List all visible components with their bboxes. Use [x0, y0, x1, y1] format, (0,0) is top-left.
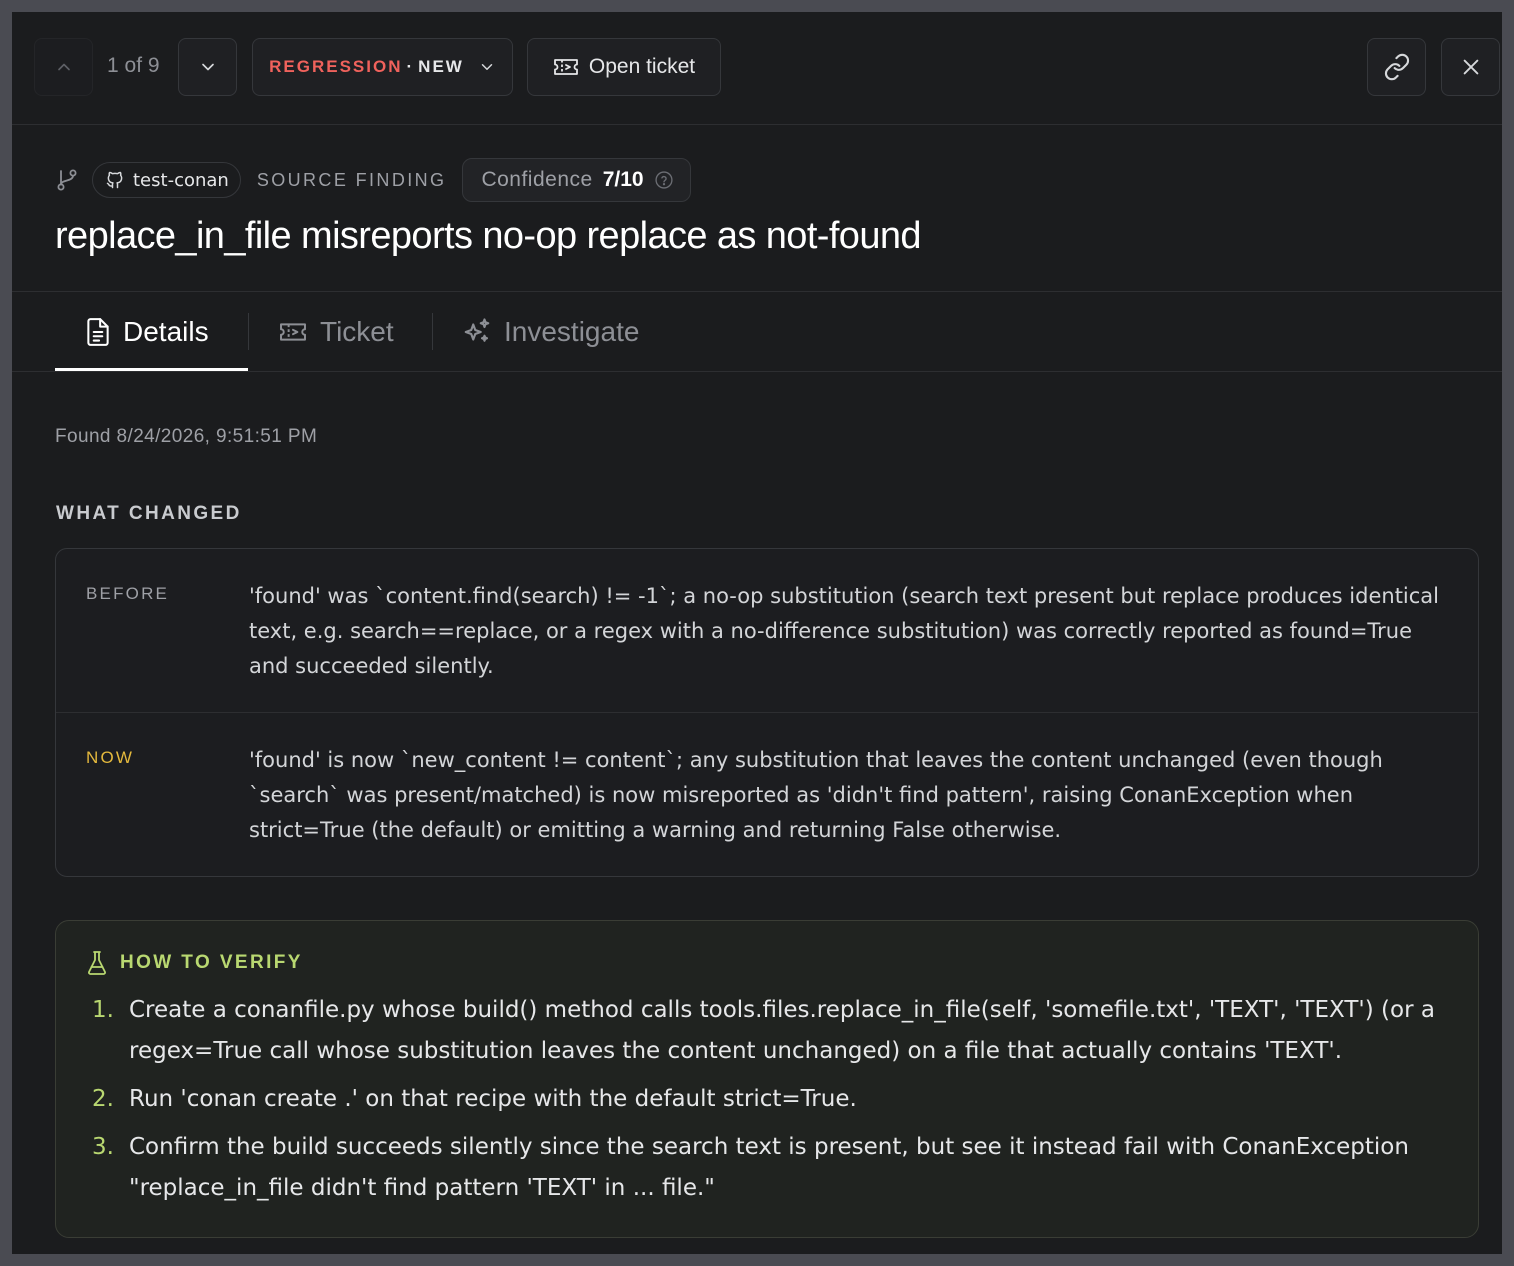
close-icon — [1463, 59, 1478, 75]
tab-details-label: Details — [123, 316, 209, 347]
tab-ticket-label: Ticket — [320, 316, 394, 347]
tab-ticket[interactable]: Ticket — [278, 292, 394, 372]
copy-link-button[interactable] — [1367, 38, 1426, 96]
step-text: Confirm the build succeeds silently sinc… — [129, 1134, 1409, 1201]
link-icon — [1384, 53, 1409, 81]
now-text: 'found' is now `new_content != content`;… — [249, 748, 1383, 842]
toolbar: 1 of 9 REGRESSION · NEW Open ticket — [12, 12, 1502, 125]
tab-bar: Details Ticket Investigate — [12, 292, 1502, 372]
tab-divider — [248, 313, 249, 350]
chevron-up-icon — [57, 63, 70, 71]
confidence-label: Confidence — [481, 168, 593, 191]
step-number: 3. — [92, 1134, 114, 1160]
confidence-value: 7/10 — [602, 168, 644, 191]
previous-finding-button[interactable] — [34, 38, 93, 96]
how-to-verify-label: HOW TO VERIFY — [120, 952, 303, 973]
tab-investigate-label: Investigate — [504, 316, 640, 347]
active-tab-indicator — [55, 368, 248, 371]
what-changed-heading: WHAT CHANGED — [56, 503, 242, 524]
chevron-down-icon — [481, 64, 493, 70]
finding-header: test-conan SOURCE FINDING Confidence 7/1… — [12, 125, 1502, 292]
finding-position: 1 of 9 — [107, 54, 160, 77]
list-item: 3. Confirm the build succeeds silently s… — [86, 1127, 1456, 1209]
how-to-verify-card: HOW TO VERIFY 1. Create a conanfile.py w… — [55, 920, 1479, 1238]
ticket-icon — [280, 323, 306, 341]
tab-investigate[interactable]: Investigate — [462, 292, 639, 372]
tab-divider — [432, 313, 433, 350]
open-ticket-label: Open ticket — [588, 55, 696, 78]
list-item: 2. Run 'conan create .' on that recipe w… — [86, 1079, 1456, 1120]
step-number: 1. — [92, 997, 114, 1023]
sparkles-icon — [464, 318, 490, 342]
github-icon — [106, 171, 123, 189]
chevron-down-icon — [201, 63, 214, 71]
step-text: Create a conanfile.py whose build() meth… — [129, 997, 1435, 1064]
step-text: Run 'conan create .' on that recipe with… — [129, 1086, 857, 1112]
before-label: BEFORE — [86, 584, 170, 603]
verify-steps: 1. Create a conanfile.py whose build() m… — [86, 990, 1456, 1216]
confidence-badge: Confidence 7/10 — [462, 158, 691, 202]
close-button[interactable] — [1441, 38, 1500, 96]
found-timestamp: Found 8/24/2026, 9:51:51 PM — [55, 426, 318, 447]
before-text: 'found' was `content.find(search) != -1`… — [249, 584, 1440, 678]
what-changed-card: BEFORE 'found' was `content.find(search)… — [55, 548, 1479, 877]
now-row: NOW 'found' is now `new_content != conte… — [56, 713, 1478, 877]
status-separator: · — [406, 57, 415, 76]
status-category: REGRESSION — [269, 57, 403, 76]
finding-title: replace_in_file misreports no-op replace… — [55, 215, 922, 257]
ticket-icon — [553, 59, 578, 75]
document-icon — [87, 318, 109, 346]
git-branch-icon — [56, 168, 78, 192]
now-label: NOW — [86, 748, 135, 767]
step-number: 2. — [92, 1086, 114, 1112]
before-row: BEFORE 'found' was `content.find(search)… — [56, 549, 1478, 713]
repo-badge[interactable]: test-conan — [92, 162, 241, 198]
repo-name: test-conan — [133, 169, 229, 191]
status-state: NEW — [418, 57, 464, 76]
how-to-verify-header: HOW TO VERIFY — [86, 950, 303, 976]
finding-panel: 1 of 9 REGRESSION · NEW Open ticket test-c… — [12, 12, 1502, 1254]
tab-details[interactable]: Details — [85, 292, 209, 372]
next-finding-button[interactable] — [178, 38, 237, 96]
list-item: 1. Create a conanfile.py whose build() m… — [86, 990, 1456, 1072]
status-dropdown[interactable]: REGRESSION · NEW — [252, 38, 513, 96]
help-circle-icon[interactable] — [654, 170, 674, 190]
source-finding-label: SOURCE FINDING — [256, 169, 447, 190]
finding-meta: test-conan SOURCE FINDING Confidence 7/1… — [56, 158, 691, 202]
flask-icon — [86, 950, 108, 976]
open-ticket-button[interactable]: Open ticket — [527, 38, 721, 96]
